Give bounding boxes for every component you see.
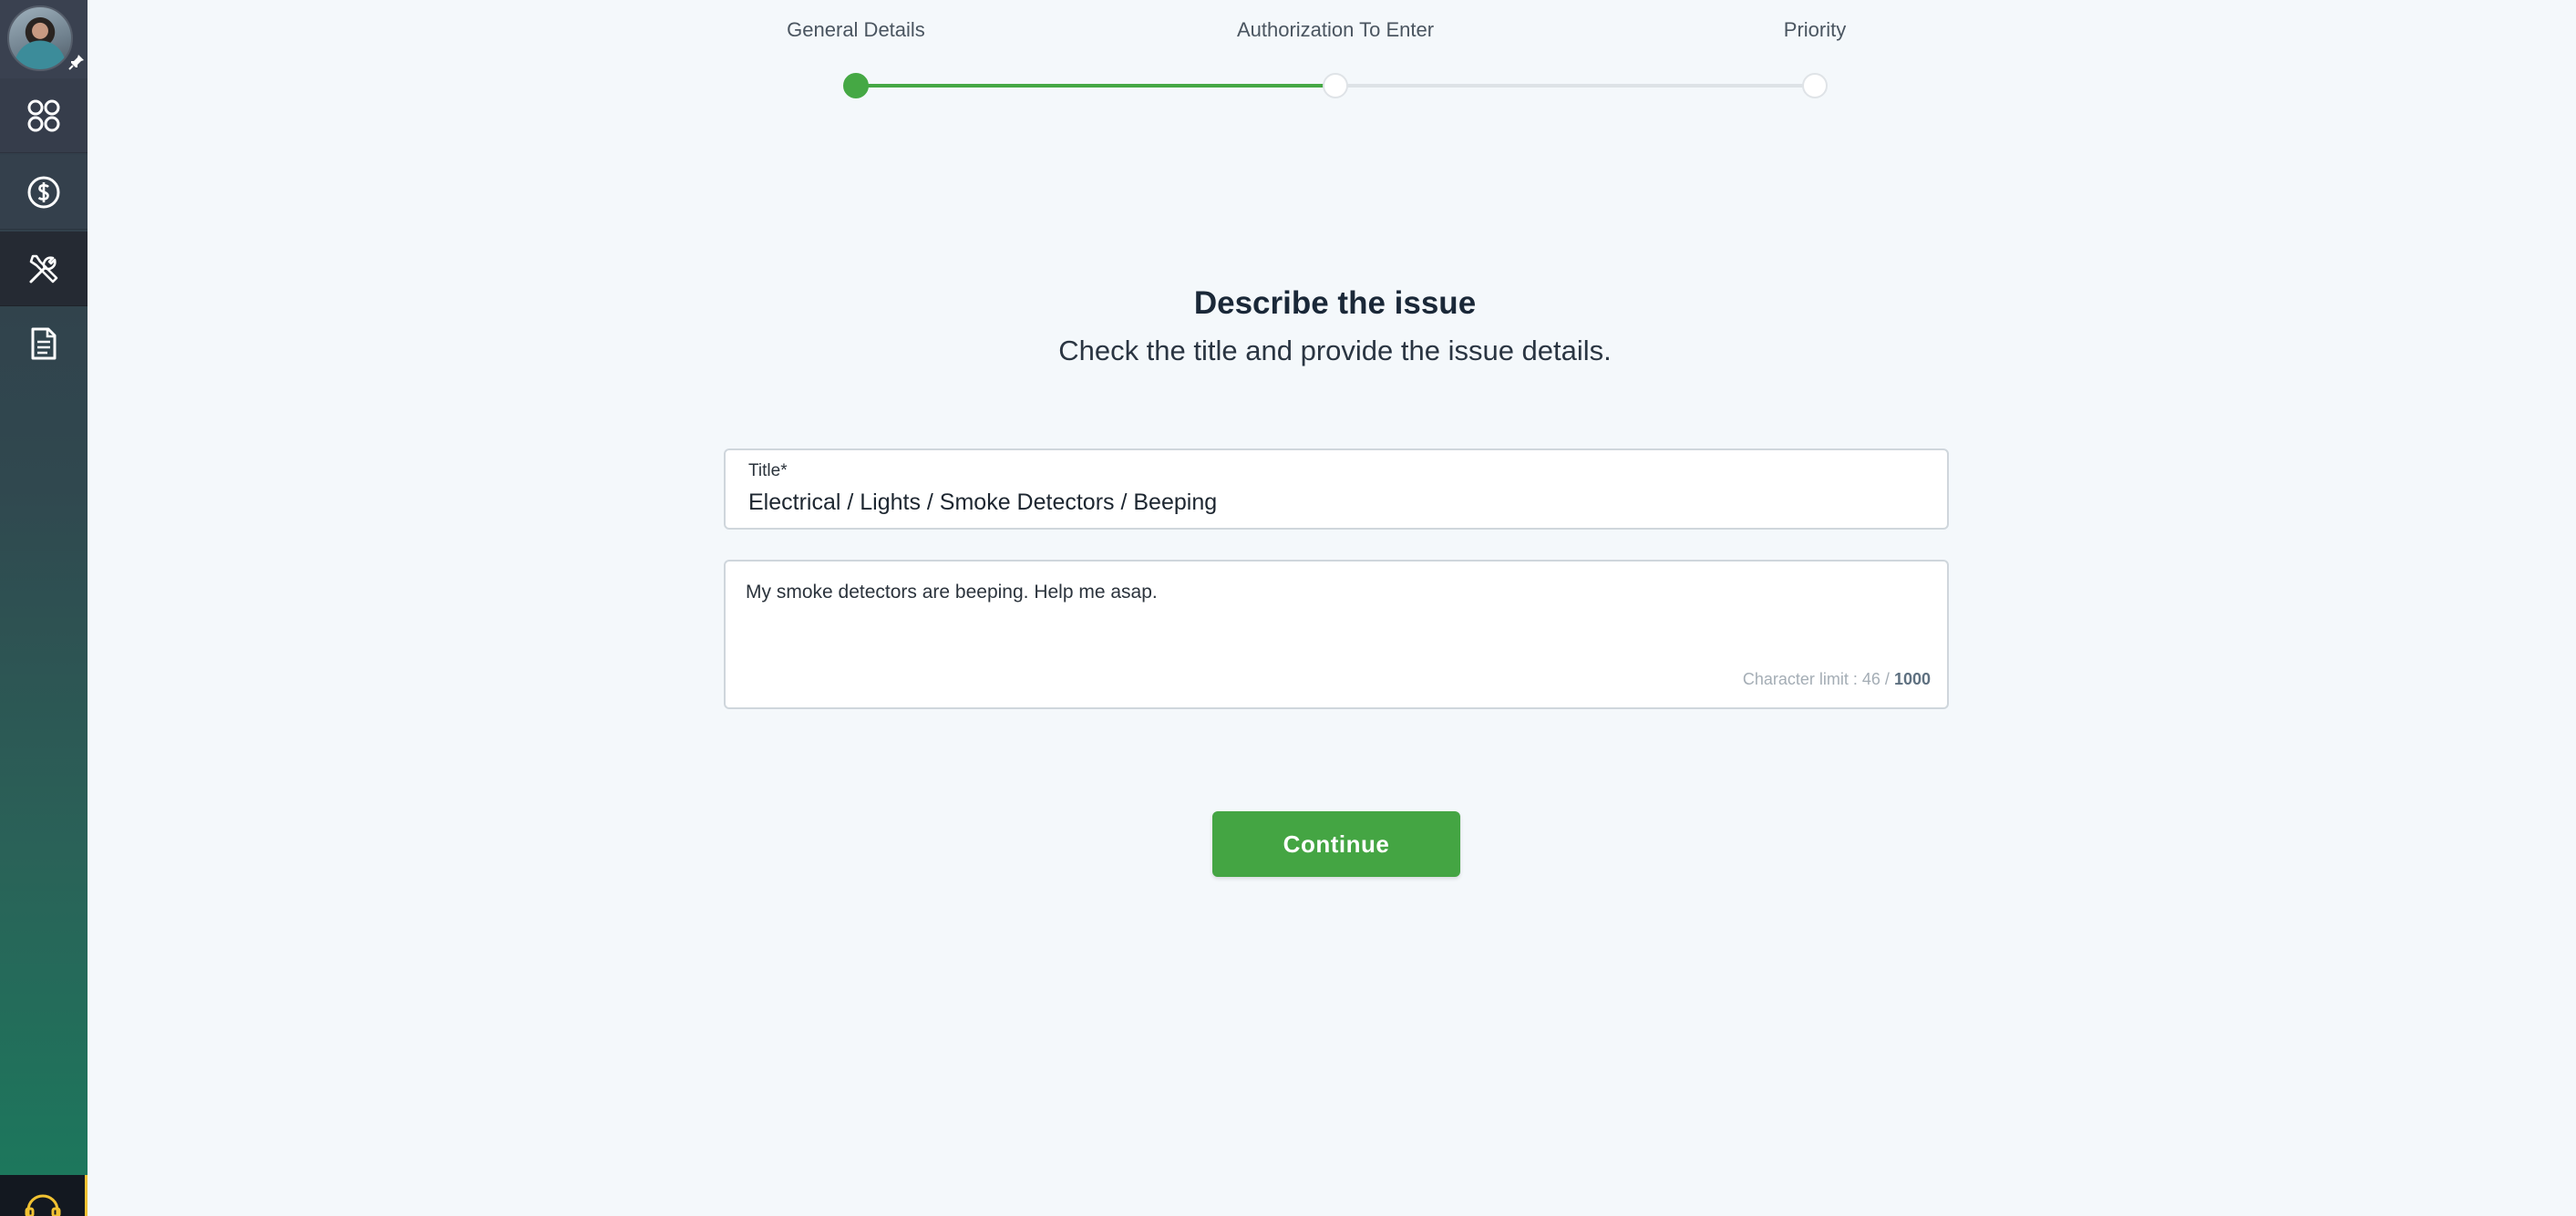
document-icon: [31, 327, 57, 360]
support-button[interactable]: [0, 1175, 88, 1216]
avatar-area: [0, 0, 88, 78]
sidebar-item-dashboard[interactable]: [0, 78, 88, 153]
character-limit: Character limit : 46 / 1000: [1743, 670, 1931, 689]
sidebar-item-documents[interactable]: [0, 306, 88, 381]
sidebar: [0, 0, 88, 1216]
step-dot-general-details[interactable]: [843, 73, 869, 98]
sidebar-item-payments[interactable]: [0, 155, 88, 230]
title-input[interactable]: [748, 489, 1915, 516]
sidebar-item-maintenance[interactable]: [0, 232, 88, 306]
title-field[interactable]: Title*: [724, 448, 1949, 530]
headset-icon: [25, 1194, 60, 1216]
dashboard-icon: [27, 99, 60, 131]
page-subtitle: Check the title and provide the issue de…: [1058, 335, 1612, 366]
step-dot-priority[interactable]: [1802, 73, 1828, 98]
title-label: Title*: [748, 461, 788, 480]
step-label-priority: Priority: [1783, 18, 1847, 41]
step-label-general-details: General Details: [787, 18, 925, 41]
character-limit-count: Character limit : 46 /: [1742, 670, 1890, 688]
avatar[interactable]: [7, 5, 73, 71]
step-progress-fill: [856, 84, 1335, 88]
description-textarea[interactable]: My smoke detectors are beeping. Help me …: [746, 582, 1922, 654]
pin-icon[interactable]: [67, 53, 86, 71]
page-title: Describe the issue: [1193, 285, 1477, 321]
step-label-authorization: Authorization To Enter: [1236, 18, 1435, 41]
continue-button[interactable]: Continue: [1212, 811, 1460, 877]
progress-stepper: General Details Authorization To Enter P…: [784, 18, 1846, 98]
step-dot-authorization[interactable]: [1323, 73, 1348, 98]
description-field[interactable]: My smoke detectors are beeping. Help me …: [724, 560, 1949, 709]
character-limit-max: 1000: [1893, 670, 1931, 688]
tools-icon: [29, 254, 58, 283]
dollar-icon: [27, 176, 60, 208]
